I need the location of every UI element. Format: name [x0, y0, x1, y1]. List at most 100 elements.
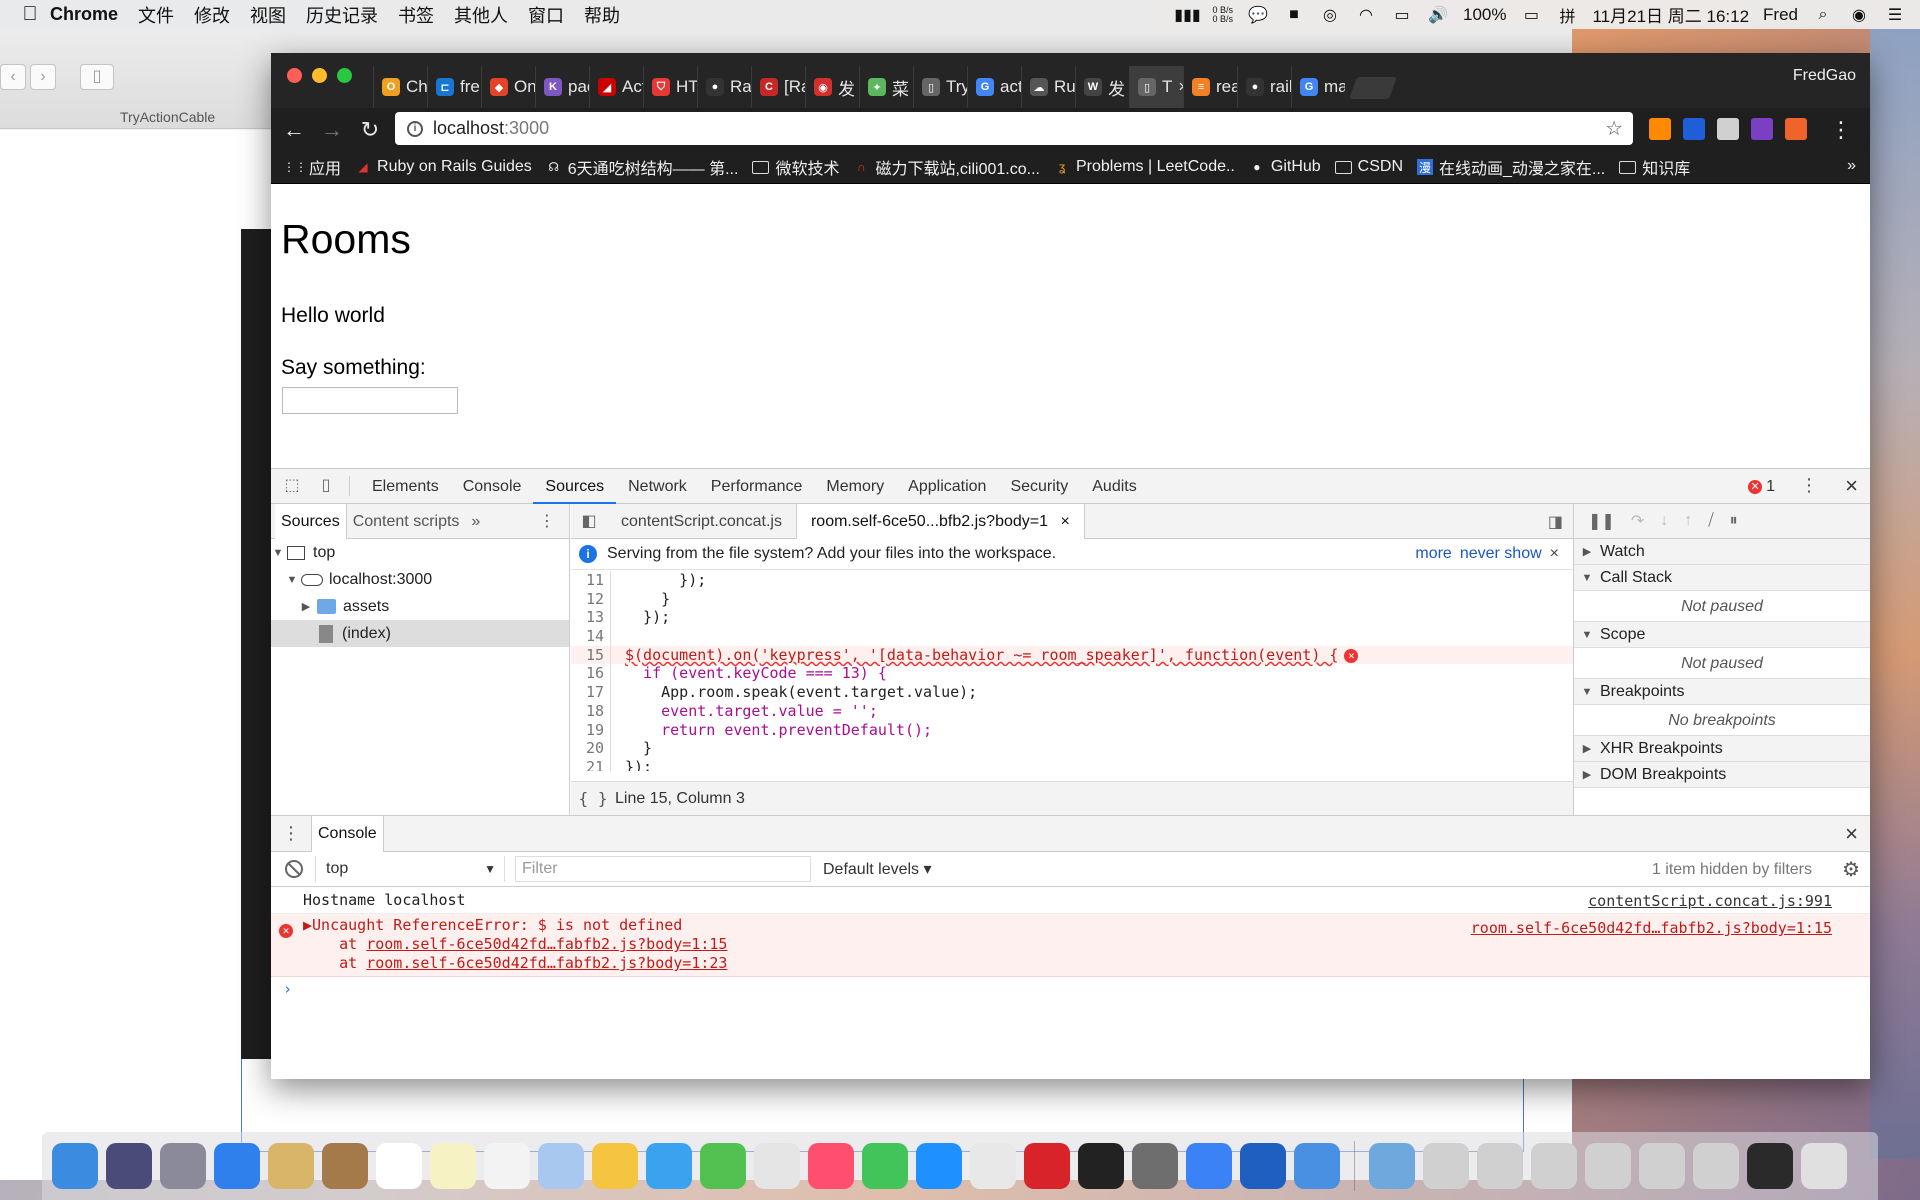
browser-tab[interactable]: ✦ 菜 [859, 66, 913, 108]
expand-triangle-icon[interactable]: ▶ [303, 916, 312, 934]
bookmark-item[interactable]: ● GitHub [1249, 158, 1320, 176]
bookmarks-overflow-icon[interactable]: » [1847, 157, 1856, 175]
onenote-icon[interactable] [1751, 118, 1773, 140]
browser-tab[interactable]: ◉ 发 [805, 66, 859, 108]
browser-tab[interactable]: ⛉ HT [643, 66, 697, 108]
bookmark-item[interactable]: 微软技术 [752, 155, 839, 179]
browser-tab[interactable]: Kpac [535, 66, 589, 108]
qq-icon[interactable]: ◎ [1319, 6, 1341, 24]
tab-network[interactable]: Network [616, 469, 699, 504]
wechat-icon[interactable]: 💬 [1247, 6, 1269, 24]
extension-icon[interactable] [1683, 118, 1705, 140]
drawer-menu-icon[interactable]: ⋮ [271, 823, 311, 844]
editor-tab-room[interactable]: room.self-6ce50...bfb2.js?body=1 × [795, 503, 1085, 539]
menu-clock[interactable]: 11月21日 周二 16:12 [1592, 2, 1749, 27]
trash-icon[interactable] [1801, 1143, 1847, 1189]
tree-top[interactable]: ▼ top [271, 539, 569, 566]
collapse-triangle-icon[interactable]: ▶ [299, 600, 313, 613]
tree-assets[interactable]: ▶ assets [271, 593, 569, 620]
itunes-icon[interactable] [808, 1143, 854, 1189]
more-tabs-icon[interactable]: » [465, 504, 486, 539]
screen-icon[interactable] [1747, 1143, 1793, 1189]
pencil-app-icon[interactable] [1186, 1143, 1232, 1189]
bookmark-item[interactable]: 漫在线动画_动漫之家在... [1417, 155, 1605, 179]
reminders-icon[interactable] [484, 1143, 530, 1189]
infobar-more-link[interactable]: more [1415, 545, 1451, 563]
sublime-icon[interactable] [970, 1143, 1016, 1189]
document-icon[interactable] [1639, 1143, 1685, 1189]
browser-tab[interactable]: ◆ Onl [481, 66, 535, 108]
tab-console[interactable]: Console [451, 469, 534, 504]
expand-triangle-icon[interactable]: ▼ [285, 574, 299, 586]
line-number[interactable]: 21 [571, 757, 611, 771]
bookmark-item[interactable]: CSDN [1334, 158, 1403, 176]
devtools-menu-icon[interactable]: ⋮ [1800, 475, 1818, 496]
site-info-icon[interactable]: i [407, 120, 423, 137]
facetime-icon[interactable] [700, 1143, 746, 1189]
browser-tab[interactable]: ▯ Try [913, 66, 967, 108]
app-store-icon[interactable] [916, 1143, 962, 1189]
line-number[interactable]: 18 [571, 701, 611, 721]
bookmark-item[interactable]: ◢ Ruby on Rails Guides [355, 158, 531, 176]
menu-help[interactable]: 帮助 [574, 2, 630, 28]
sidebar-toggle-icon[interactable]: ▯ [80, 64, 114, 90]
line-number[interactable]: 11 [571, 571, 611, 590]
preview-icon[interactable] [268, 1143, 314, 1189]
profile-name[interactable]: FredGao [1793, 67, 1856, 85]
clear-console-icon[interactable] [285, 860, 303, 878]
document-icon[interactable] [1531, 1143, 1577, 1189]
browser-tab[interactable]: Gact [967, 66, 1021, 108]
close-devtools-icon[interactable]: × [1845, 473, 1858, 499]
app-status-icon[interactable]: ■ [1283, 6, 1305, 24]
tab-content-scripts[interactable]: Content scripts [347, 504, 466, 539]
line-number[interactable]: 16 [571, 664, 611, 684]
forward-arrow-icon[interactable]: › [30, 64, 56, 90]
menu-view[interactable]: 视图 [240, 2, 296, 28]
error-marker-icon[interactable]: ✕ [1344, 648, 1359, 663]
close-drawer-icon[interactable]: × [1845, 821, 1858, 847]
step-out-icon[interactable]: ↑ [1684, 512, 1692, 530]
bookmark-item[interactable]: ∩ 磁力下载站,cili001.co... [853, 155, 1040, 179]
tree-index[interactable]: (index) [271, 620, 569, 647]
browser-tab[interactable]: ⊏ fre [427, 66, 481, 108]
folder-icon[interactable] [1369, 1143, 1415, 1189]
browser-tab[interactable]: ☁ Rul [1021, 66, 1075, 108]
bookmark-item[interactable]: ʓ Problems | LeetCode.. [1054, 158, 1235, 176]
wechat-icon[interactable] [862, 1143, 908, 1189]
device-toolbar-icon[interactable]: ▯ [313, 475, 339, 497]
tab-elements[interactable]: Elements [360, 469, 451, 504]
deactivate-breakpoints-icon[interactable]: ⧸ [1708, 512, 1713, 530]
tab-sources[interactable]: Sources [533, 469, 617, 504]
browser-tab[interactable]: ◢ Act [589, 66, 643, 108]
youdao-icon[interactable] [1024, 1143, 1070, 1189]
menu-window[interactable]: 窗口 [518, 2, 574, 28]
terminal-icon[interactable] [1078, 1143, 1124, 1189]
calendar-icon[interactable] [376, 1143, 422, 1189]
xhr-breakpoints-header[interactable]: ▶ XHR Breakpoints [1574, 736, 1870, 762]
forward-icon[interactable]: → [313, 117, 351, 143]
watch-header[interactable]: ▶ Watch [1574, 539, 1870, 565]
pretty-print-icon[interactable]: { } [571, 789, 615, 808]
tab-security[interactable]: Security [998, 469, 1080, 504]
browser-tab[interactable]: Gma [1291, 66, 1345, 108]
console-prompt[interactable]: › [271, 977, 1870, 1001]
launchpad-icon[interactable] [160, 1143, 206, 1189]
safari-icon[interactable] [214, 1143, 260, 1189]
address-bar[interactable]: i localhost:3000 ☆ [395, 112, 1633, 145]
tree-host[interactable]: ▼ localhost:3000 [271, 566, 569, 593]
message-input[interactable] [282, 387, 458, 414]
infobar-never-show-link[interactable]: never show [1460, 545, 1542, 563]
expand-triangle-icon[interactable]: ▼ [271, 547, 285, 559]
error-counter[interactable]: ✕ 1 [1748, 478, 1775, 496]
wifi-icon[interactable]: ◠ [1355, 6, 1377, 24]
extension-icon[interactable] [1649, 118, 1671, 140]
tab-sources-nav[interactable]: Sources [275, 503, 347, 539]
browser-tab[interactable]: ● rail [1237, 66, 1291, 108]
back-arrow-icon[interactable]: ‹ [0, 64, 26, 90]
extension-icon[interactable] [1785, 118, 1807, 140]
context-selector[interactable]: top ▼ [315, 856, 505, 882]
bookmark-item[interactable]: 知识库 [1619, 155, 1690, 179]
tab-memory[interactable]: Memory [814, 469, 896, 504]
back-icon[interactable]: ← [275, 117, 313, 143]
log-source-link[interactable]: contentScript.concat.js:991 [1588, 892, 1832, 910]
